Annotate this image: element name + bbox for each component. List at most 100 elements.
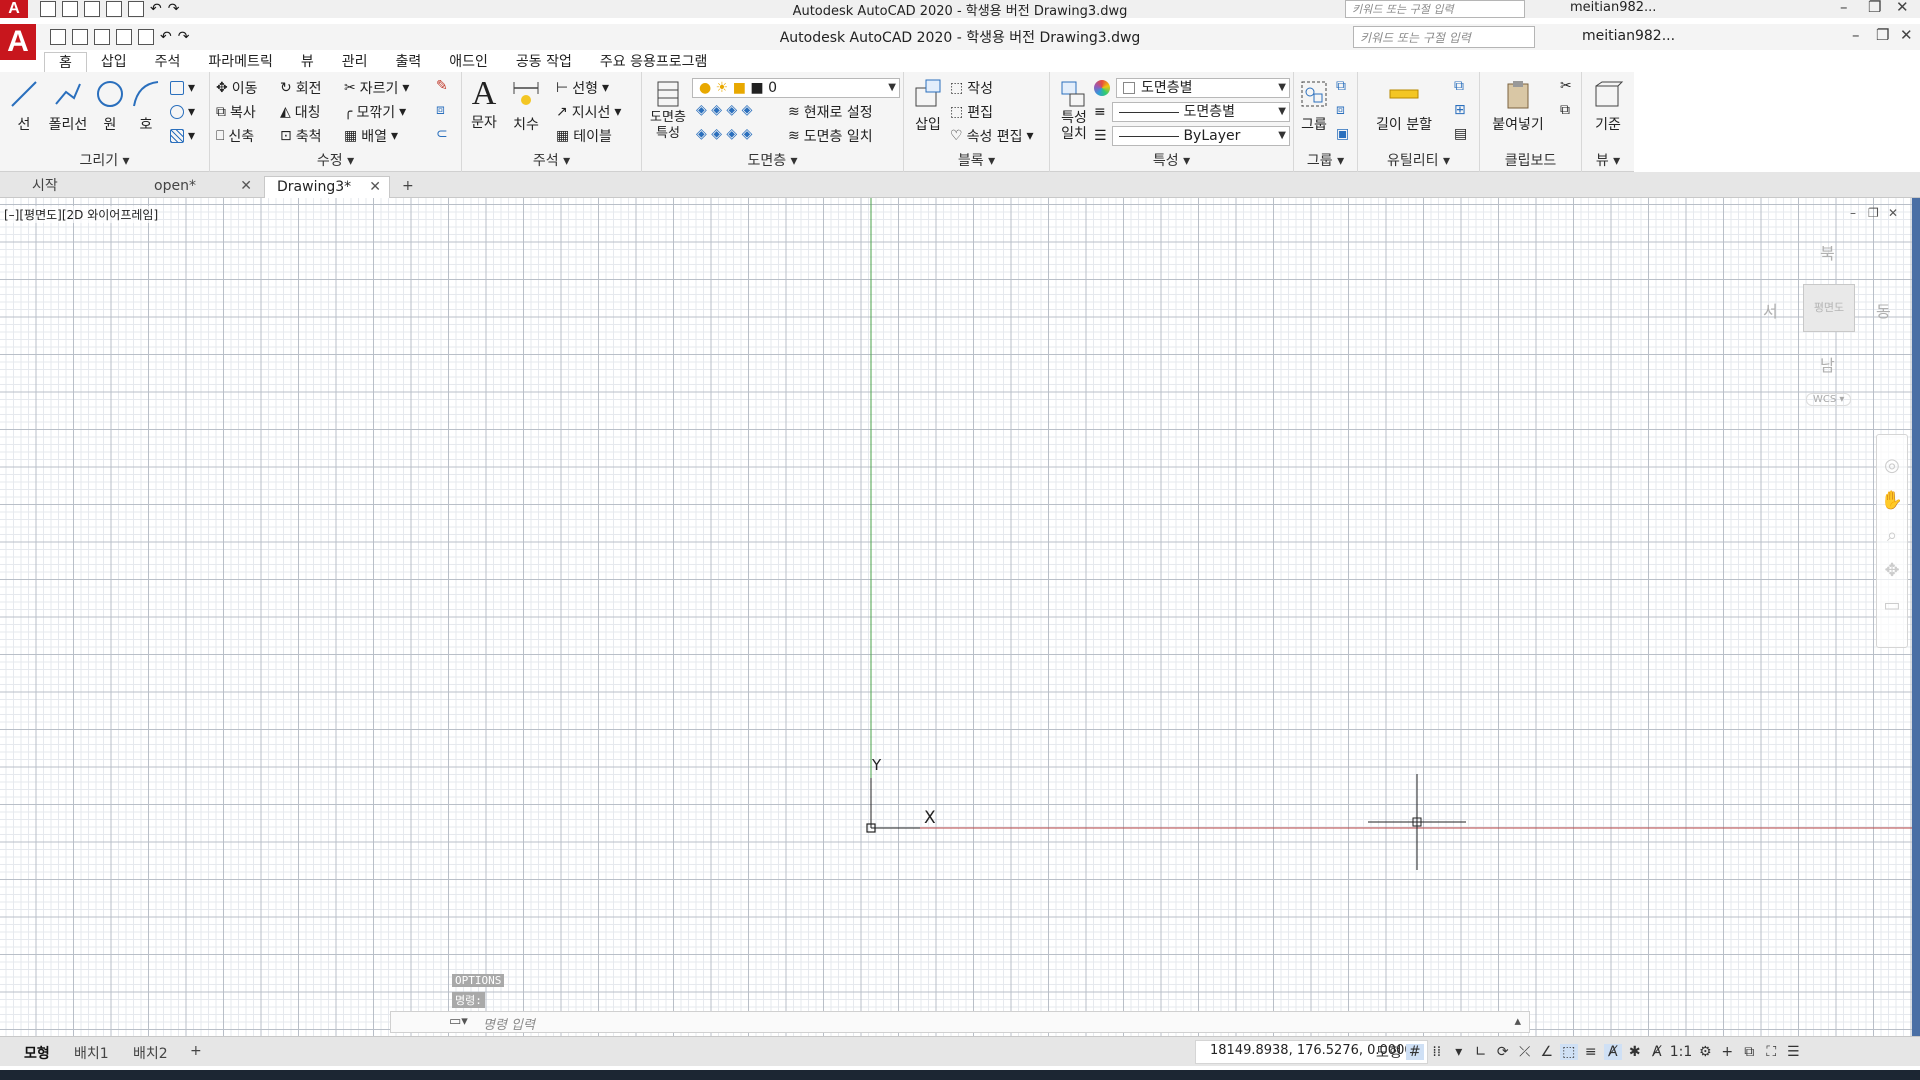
panel-draw-title[interactable]: 그리기 ▾ (0, 150, 209, 170)
leader-button[interactable]: ↗ 지시선 ▾ (556, 102, 621, 122)
minimize-button[interactable]: – (1852, 26, 1860, 44)
tab-output[interactable]: 출력 (381, 52, 435, 72)
group-select-button[interactable]: ▣ (1336, 126, 1349, 142)
measure-button[interactable]: 길이 분할 (1372, 78, 1436, 134)
viewcube-top-face[interactable]: 평면도 (1803, 284, 1855, 332)
table-button[interactable]: ▦ 테이블 (556, 126, 612, 146)
edit-block-button[interactable]: ⬚ 편집 (950, 102, 993, 122)
tab-manage[interactable]: 관리 (328, 52, 382, 72)
pan-icon[interactable]: ✋ (1877, 490, 1907, 511)
circle-button[interactable]: 원 (92, 78, 128, 134)
doc-tab-start[interactable]: 시작 (20, 176, 152, 198)
tab-view[interactable]: 뷰 (287, 52, 328, 72)
text-button[interactable]: A 문자 (466, 76, 502, 132)
add-layout-button[interactable]: + (190, 1043, 202, 1059)
outer-search-input[interactable]: 키워드 또는 구절 입력 (1345, 0, 1525, 18)
search-input[interactable]: 키워드 또는 구절 입력 (1353, 26, 1535, 48)
base-view-button[interactable]: 기준 (1588, 78, 1628, 134)
tab-parametric[interactable]: 파라메트릭 (194, 52, 286, 72)
layer-tools-row1[interactable]: ◈ ◈ ◈ ◈ (696, 102, 752, 118)
outer-restore-button[interactable]: ❐ (1868, 0, 1881, 16)
annotation-visibility-icon[interactable]: Ⱥ (1603, 1044, 1622, 1060)
edit-attributes-button[interactable]: ♡ 속성 편집 ▾ (950, 126, 1034, 146)
viewcube-south[interactable]: 남 (1820, 352, 1835, 376)
panel-properties-title[interactable]: 특성 ▾ (1050, 150, 1293, 170)
doc-tab-drawing3[interactable]: Drawing3* ✕ (264, 176, 390, 198)
mirror-button[interactable]: ◭ 대칭 (280, 102, 321, 122)
lineweight-dropdown[interactable]: ByLayer ▼ (1112, 126, 1290, 146)
color-dropdown[interactable]: 도면층별 ▼ (1116, 78, 1290, 98)
plus-icon[interactable]: + (1718, 1044, 1736, 1060)
wcs-dropdown[interactable]: WCS ▾ (1806, 393, 1852, 406)
tab-featured-apps[interactable]: 주요 응용프로그램 (586, 52, 722, 72)
tab-annotate[interactable]: 주석 (141, 52, 195, 72)
trim-button[interactable]: ✂ 자르기 ▾ (344, 78, 409, 98)
make-current-button[interactable]: ≋ 현재로 설정 (788, 102, 873, 122)
menu-icon[interactable]: ☰ (1784, 1044, 1802, 1060)
match-layer-button[interactable]: ≋ 도면층 일치 (788, 126, 873, 146)
quick-select-button[interactable]: ⧉ (1454, 78, 1464, 94)
scale-value[interactable]: 1:1 (1670, 1044, 1693, 1060)
linetype-dropdown[interactable]: 도면층별 ▼ (1112, 102, 1290, 122)
viewcube-east[interactable]: 동 (1876, 298, 1891, 322)
close-icon[interactable]: ✕ (240, 176, 252, 196)
command-history-toggle-icon[interactable]: ▴ (1514, 1014, 1521, 1029)
close-button[interactable]: ✕ (1900, 26, 1913, 44)
layer-properties-button[interactable]: 도면층 특성 (644, 78, 692, 142)
create-block-button[interactable]: ⬚ 작성 (950, 78, 993, 98)
tab-collaborate[interactable]: 공동 작업 (502, 52, 586, 72)
linear-button[interactable]: ⊢ 선형 ▾ (556, 78, 609, 98)
panel-clipboard-title[interactable]: 클립보드 (1480, 150, 1581, 170)
tab-home[interactable]: 홈 (44, 52, 87, 72)
color-wheel-icon[interactable] (1094, 80, 1110, 96)
insert-button[interactable]: 삽입 (908, 78, 948, 134)
copy-button[interactable]: ⧉ 복사 (216, 102, 256, 122)
match-properties-button[interactable]: 특성 일치 (1054, 78, 1094, 142)
paste-button[interactable]: 붙여넣기 (1482, 78, 1554, 134)
isolate-icon[interactable]: ⧉ (1740, 1044, 1758, 1060)
explode-button[interactable]: ⊂ (436, 126, 448, 142)
calculator-button[interactable]: ▤ (1454, 126, 1467, 142)
id-point-button[interactable]: ⊞ (1454, 102, 1466, 118)
rectangle-button[interactable]: ▾ (170, 80, 195, 96)
move-button[interactable]: ✥ 이동 (216, 78, 258, 98)
layout-tab-layout1[interactable]: 배치1 (74, 1043, 109, 1063)
rotate-button[interactable]: ↻ 회전 (280, 78, 322, 98)
layout-tab-model[interactable]: 모형 (24, 1043, 50, 1063)
line-button[interactable]: 선 (6, 78, 42, 134)
arc-button[interactable]: 호 (128, 78, 164, 134)
close-icon[interactable]: ✕ (369, 177, 381, 197)
steering-wheel-icon[interactable]: ◎ (1877, 455, 1907, 476)
otrack-icon[interactable]: ∠ (1538, 1044, 1556, 1060)
panel-view-title[interactable]: 뷰 ▾ (1582, 150, 1634, 170)
annotation-scale-icon[interactable]: Ⱥ (1648, 1044, 1666, 1060)
cut-button[interactable]: ✂ (1560, 78, 1572, 94)
chevron-down-icon[interactable]: ▾ (1450, 1044, 1468, 1060)
zoom-icon[interactable]: ⌕ (1877, 525, 1907, 546)
selection-cycling-icon[interactable]: ⬚ (1559, 1044, 1578, 1060)
group-button[interactable]: 그룹 (1296, 78, 1332, 134)
outer-close-button[interactable]: ✕ (1896, 0, 1909, 16)
gear-icon[interactable]: ⚙ (1696, 1044, 1714, 1060)
vertical-scrollbar[interactable] (1912, 198, 1920, 1036)
panel-block-title[interactable]: 블록 ▾ (904, 150, 1049, 170)
group-edit-button[interactable]: ⧈ (1336, 102, 1345, 118)
restore-button[interactable]: ❐ (1876, 26, 1889, 44)
tab-insert[interactable]: 삽입 (87, 52, 141, 72)
fillet-button[interactable]: ╭ 모깎기 ▾ (344, 102, 406, 122)
doc-tab-open[interactable]: open* ✕ (142, 176, 260, 198)
snap-icon[interactable]: ⁞⁞ (1428, 1044, 1446, 1060)
ungroup-button[interactable]: ⧉ (1336, 78, 1346, 94)
viewport-close-button[interactable]: ✕ (1888, 206, 1898, 220)
user-name[interactable]: meitian982... (1582, 28, 1675, 44)
stretch-button[interactable]: ⎕ 신축 (216, 126, 254, 146)
offset-button[interactable]: ⧈ (436, 102, 445, 118)
copy-clip-button[interactable]: ⧉ (1560, 102, 1570, 118)
lineweight-toggle-icon[interactable]: ≡ (1582, 1044, 1600, 1060)
viewport-minimize-button[interactable]: – (1850, 206, 1856, 220)
polyline-button[interactable]: 폴리선 (44, 78, 92, 134)
layer-tools-row2[interactable]: ◈ ◈ ◈ ◈ (696, 126, 752, 142)
layer-dropdown[interactable]: ● ☀ ■ ■ 0 ▼ (692, 78, 900, 98)
panel-modify-title[interactable]: 수정 ▾ (210, 150, 461, 170)
panel-annotation-title[interactable]: 주석 ▾ (462, 150, 641, 170)
